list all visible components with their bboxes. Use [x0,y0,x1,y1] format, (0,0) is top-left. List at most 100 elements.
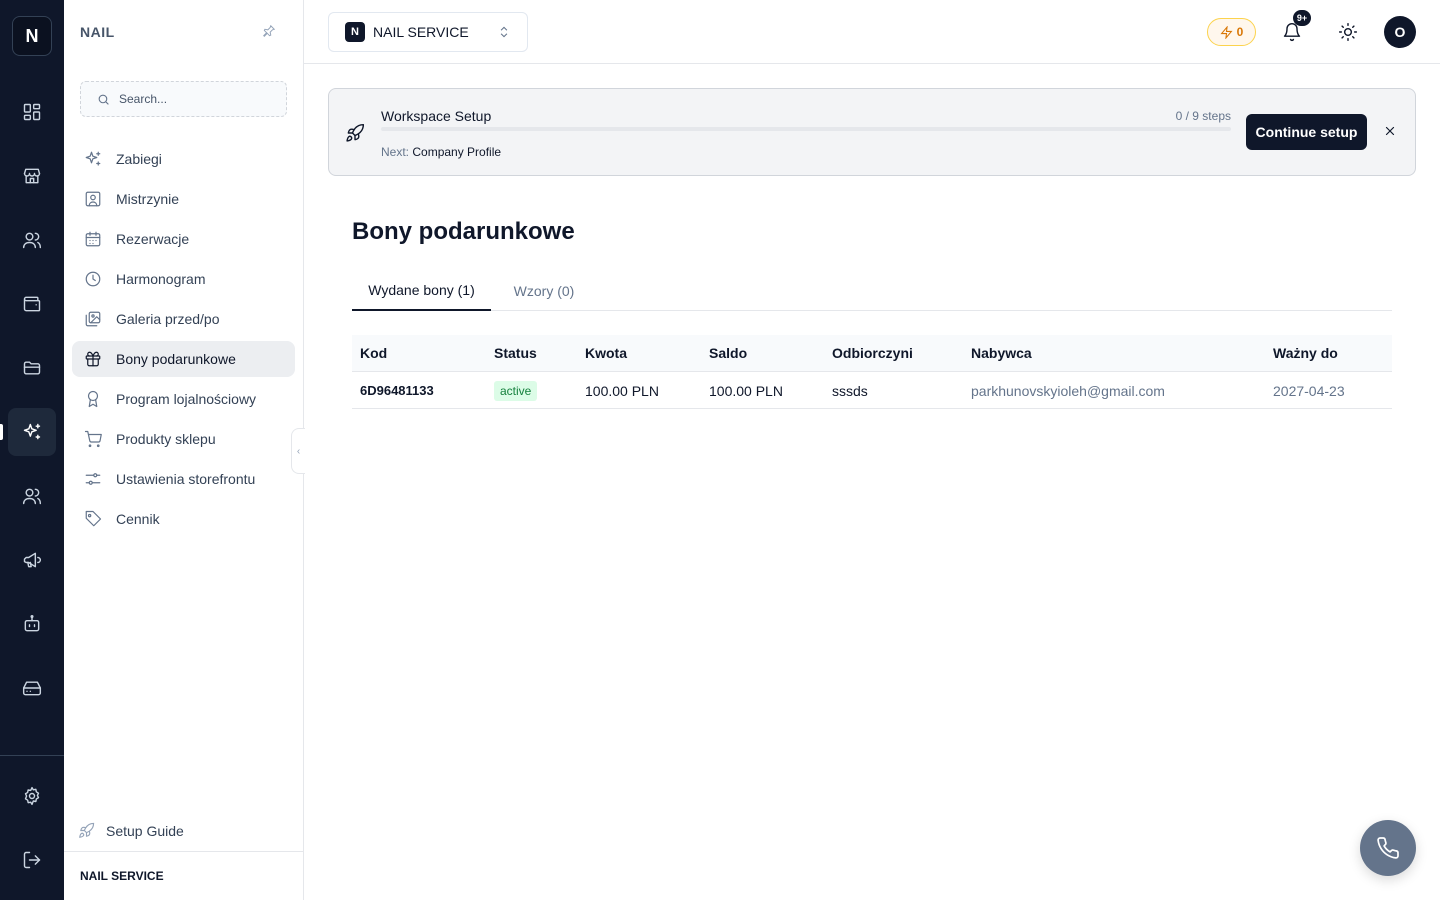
rocket-icon [345,123,365,143]
hard-drive-icon[interactable] [8,664,56,712]
rail-divider [0,755,64,756]
workspace-footer-name: NAIL SERVICE [80,869,164,883]
sidebar-item-label: Mistrzynie [116,191,180,207]
tag-icon [85,510,102,527]
rail-active-indicator [0,424,3,440]
banner-next-step: Next: Company Profile [381,145,501,159]
wallet-icon[interactable] [8,280,56,328]
table-row[interactable]: 6D96481133 active 100.00 PLN 100.00 PLN … [352,372,1392,409]
zap-icon [1220,25,1233,39]
sidebar-item-label: Rezerwacje [116,231,190,247]
sidebar-item-cennik[interactable]: Cennik [72,501,295,537]
store-icon[interactable] [8,152,56,200]
pin-icon[interactable] [262,24,278,40]
sidebar-item-harmonogram[interactable]: Harmonogram [72,261,295,297]
tab-wzory[interactable]: Wzory (0) [491,270,597,311]
tab-wydane-bony[interactable]: Wydane bony (1) [352,270,491,311]
chevron-left-icon: ‹ [296,445,301,457]
column-header[interactable]: Nabywca [971,345,1032,361]
tabs: Wydane bony (1) Wzory (0) [352,270,1392,311]
voucher-buyer: parkhunovskyioleh@gmail.com [971,383,1165,399]
vouchers-table: Kod Status Kwota Saldo Odbiorczyni Nabyw… [352,335,1392,409]
rocket-icon [79,822,95,838]
column-header[interactable]: Saldo [709,345,747,361]
app-rail: N [0,0,64,900]
sidebar-title: NAIL [80,24,115,40]
gift-icon [85,351,101,367]
sidebar-collapse-handle[interactable]: ‹ [291,428,305,474]
search-icon [98,94,109,105]
column-header[interactable]: Ważny do [1273,345,1338,361]
images-icon [85,311,101,327]
users-icon[interactable] [8,216,56,264]
setup-guide-link[interactable]: Setup Guide [78,822,184,839]
credits-count: 0 [1236,25,1244,39]
next-value: Company Profile [412,145,502,159]
sidebar-item-label: Bony podarunkowe [116,351,236,367]
setup-guide-label: Setup Guide [106,822,184,839]
dashboard-icon[interactable] [8,88,56,136]
topbar: N NAIL SERVICE 0 9+ O [304,0,1440,64]
column-header[interactable]: Status [494,345,537,361]
bell-icon[interactable]: 9+ [1276,10,1311,48]
calendar-icon [85,231,101,247]
sidebar-item-program-lojalnosciowy[interactable]: Program lojalnościowy [72,381,295,417]
app-logo[interactable]: N [12,16,52,56]
column-header[interactable]: Kod [360,345,387,361]
sidebar-search[interactable] [80,81,287,117]
sun-icon[interactable] [1332,16,1364,48]
voucher-balance: 100.00 PLN [709,383,783,399]
workspace-switcher[interactable]: N NAIL SERVICE [328,12,528,52]
megaphone-icon[interactable] [8,536,56,584]
voucher-valid-until: 2027-04-23 [1273,383,1345,399]
bot-icon[interactable] [8,600,56,648]
sidebar-item-produkty-sklepu[interactable]: Produkty sklepu [72,421,295,457]
close-icon[interactable] [1383,124,1399,140]
sidebar-item-label: Produkty sklepu [116,431,216,447]
notifications-badge: 9+ [1293,10,1311,26]
cart-icon [84,430,102,448]
sidebar-item-label: Ustawienia storefrontu [116,471,256,487]
sidebar-item-rezerwacje[interactable]: Rezerwacje [72,221,295,257]
continue-setup-button[interactable]: Continue setup [1246,114,1367,150]
user-square-icon [85,191,101,207]
sidebar-item-label: Harmonogram [116,271,206,287]
sparkles-icon [85,151,101,166]
logout-icon[interactable] [8,836,56,884]
column-header[interactable]: Odbiorczyni [832,345,913,361]
sliders-icon [85,473,101,485]
banner-title: Workspace Setup [381,108,492,124]
call-button[interactable] [1360,820,1416,876]
award-icon [87,390,99,408]
phone-icon [1377,837,1399,859]
search-input[interactable] [119,92,279,106]
team-icon[interactable] [8,472,56,520]
next-label: Next: [381,145,410,159]
settings-icon[interactable] [8,772,56,820]
sidebar-item-label: Program lojalnościowy [116,391,257,407]
voucher-recipient: sssds [832,383,868,399]
status-badge: active [494,381,538,401]
sidebar-item-label: Cennik [116,511,160,527]
setup-steps-count: 0 / 9 steps [1175,109,1231,123]
folder-icon[interactable] [8,344,56,392]
voucher-amount: 100.00 PLN [585,383,659,399]
sidebar-item-galeria[interactable]: Galeria przed/po [72,301,295,337]
sidebar-item-label: Zabiegi [116,151,162,167]
setup-progress-bar [381,127,1231,131]
credits-badge[interactable]: 0 [1207,18,1256,46]
sidebar-item-zabiegi[interactable]: Zabiegi [72,141,295,177]
sidebar-item-label: Galeria przed/po [116,311,220,327]
avatar[interactable]: O [1384,16,1416,48]
page-title: Bony podarunkowe [352,218,575,245]
table-header: Kod Status Kwota Saldo Odbiorczyni Nabyw… [352,335,1392,372]
sidebar-item-bony-podarunkowe[interactable]: Bony podarunkowe [72,341,295,377]
chevrons-up-down-icon [497,25,511,39]
sidebar-item-mistrzynie[interactable]: Mistrzynie [72,181,295,217]
sparkles-icon[interactable] [8,408,56,456]
sidebar-item-ustawienia-storefrontu[interactable]: Ustawienia storefrontu [72,461,295,497]
column-header[interactable]: Kwota [585,345,627,361]
clock-icon [85,271,101,287]
workspace-setup-banner: Workspace Setup Next: Company Profile 0 … [328,88,1416,176]
sidebar: NAIL Zabiegi Mistrzynie Rezerwacje Harmo… [64,0,304,900]
